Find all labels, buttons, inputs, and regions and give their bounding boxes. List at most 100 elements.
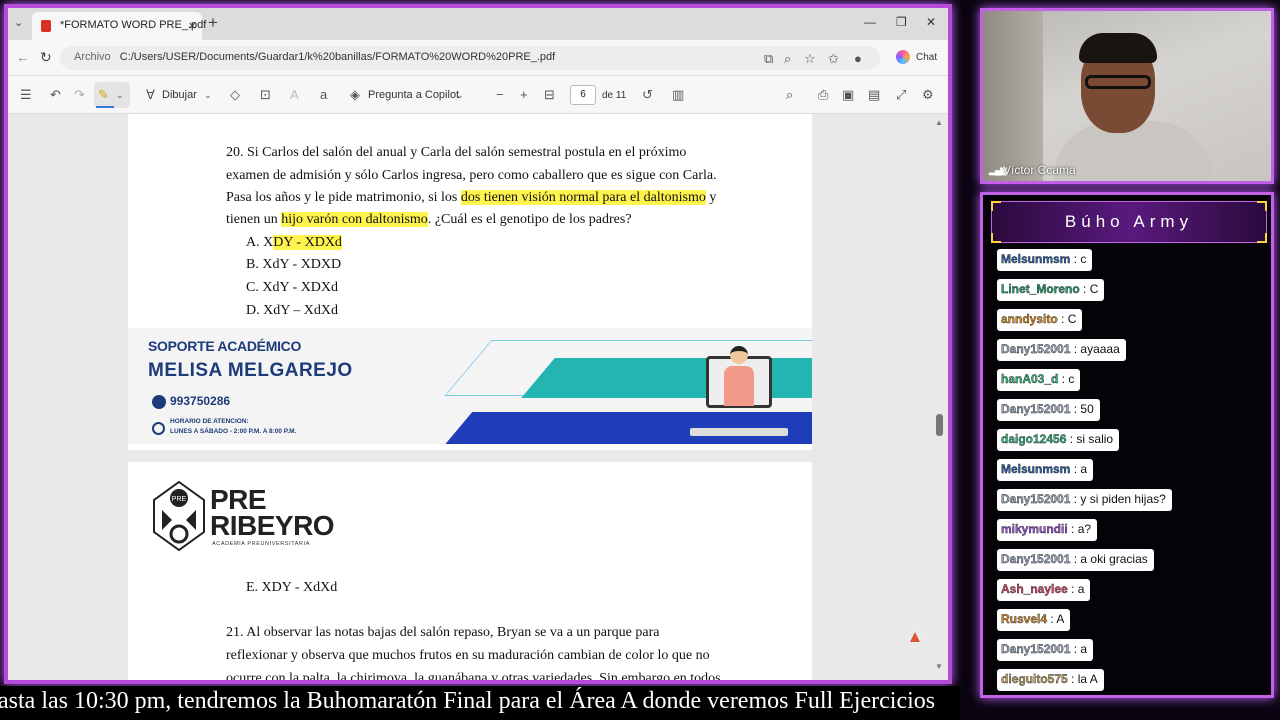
save-icon[interactable]: ▣ <box>842 87 854 103</box>
highlight-options-chevron-icon[interactable]: ⌄ <box>116 90 124 101</box>
chat-username: Dany152001 <box>1001 342 1071 356</box>
refresh-icon[interactable]: ↻ <box>40 49 52 66</box>
chat-message-text: ayaaaa <box>1080 342 1120 356</box>
text-run: A. X <box>246 235 274 250</box>
eraser-icon[interactable]: ◇ <box>230 87 240 103</box>
chat-separator: : <box>1047 612 1057 626</box>
draw-options-chevron-icon[interactable]: ⌄ <box>204 90 212 101</box>
tab-actions-chevron-icon[interactable]: ⌄ <box>14 16 23 29</box>
chat-separator: : <box>1070 642 1081 656</box>
chat-message: Dany152001 : a <box>997 639 1094 661</box>
favorites-list-icon[interactable]: ✩ <box>828 51 839 67</box>
zoom-out-icon[interactable]: − <box>496 87 504 102</box>
app-available-icon[interactable]: ⧉ <box>764 51 773 67</box>
chat-separator: : <box>1058 372 1069 386</box>
fit-page-icon[interactable]: ⊟ <box>544 87 555 103</box>
add-text-icon[interactable]: ⊡ <box>260 87 271 103</box>
chat-username: Linet_Moreno <box>1001 282 1080 296</box>
text-format-icon[interactable]: A <box>290 87 299 102</box>
read-aloud-icon[interactable]: a <box>320 87 327 102</box>
ask-copilot-button[interactable]: Pregunta a Copilot <box>368 89 459 101</box>
highlighted-text: dos tienen visión normal para el daltoni… <box>460 190 706 205</box>
pdf-page: PRE PRE RIBEYRO ACADEMIA PREUNIVERSITARI… <box>128 462 812 680</box>
chat-separator: : <box>1079 282 1090 296</box>
chat-separator: : <box>1067 522 1078 536</box>
back-arrow-icon[interactable]: ← <box>16 49 30 65</box>
profile-avatar-icon[interactable]: ● <box>854 51 862 66</box>
chat-message-text: a <box>1080 462 1088 476</box>
draw-button[interactable]: Dibujar <box>162 89 197 101</box>
search-icon[interactable]: ⌕ <box>786 87 793 103</box>
text-run: tienen un <box>226 212 282 227</box>
copilot-chat-button[interactable]: Chat <box>916 52 937 63</box>
adobe-acrobat-icon[interactable] <box>906 628 924 646</box>
chat-username: Melsunmsm <box>1001 462 1071 476</box>
favorite-star-icon[interactable]: ☆ <box>804 51 816 67</box>
highlight-color-indicator <box>96 106 114 108</box>
page-view-icon[interactable]: ▥ <box>672 87 684 103</box>
academic-support-banner: SOPORTE ACADÉMICO MELISA MELGAREJO 99375… <box>128 328 812 444</box>
new-tab-plus-icon[interactable]: + <box>208 13 218 33</box>
vertical-scrollbar[interactable]: ▲ ▼ <box>935 114 944 680</box>
tab-close-icon[interactable]: × <box>188 18 196 33</box>
chat-message-text: C <box>1089 282 1099 296</box>
webcam-person-glasses <box>1085 75 1151 89</box>
question-21-line: 21. Al observar las notas bajas del saló… <box>226 625 660 640</box>
banner-phone: 993750286 <box>170 394 231 408</box>
scrollbar-thumb[interactable] <box>936 414 943 436</box>
scroll-up-arrow-icon[interactable]: ▲ <box>935 118 943 127</box>
chat-separator: : <box>1070 402 1081 416</box>
rotate-icon[interactable]: ↺ <box>642 87 653 103</box>
chat-username: Ash_naylee <box>1001 582 1068 596</box>
chat-message: anndysito : C <box>997 309 1083 331</box>
minimize-icon[interactable]: — <box>864 15 876 29</box>
monitor-base-illustration <box>690 428 788 436</box>
save-as-icon[interactable]: ▤ <box>868 87 880 103</box>
copilot-options-chevron-icon[interactable]: ⌄ <box>456 90 464 101</box>
chat-username: Dany152001 <box>1001 552 1071 566</box>
chat-message: Ash_naylee : a <box>997 579 1091 601</box>
url-text: C:/Users/USER/Documents/Guardar1/k%20ban… <box>119 51 556 63</box>
page-total-label: de 11 <box>602 90 627 101</box>
chat-separator: : <box>1070 342 1081 356</box>
browser-window: ⌄ *FORMATO WORD PRE_.pdf × + — ❐ ✕ ← ↻ A… <box>4 4 952 684</box>
option-e: E. XDY - XdXd <box>246 580 338 595</box>
question-20-line: Pasa los años y le pide matrimonio, si l… <box>226 190 716 206</box>
zoom-icon[interactable]: ⌕ <box>784 51 791 67</box>
url-scheme-label: Archivo <box>74 51 111 63</box>
text-run: . ¿Cuál es el genotipo de los padres? <box>427 212 632 227</box>
draw-pen-icon[interactable]: ∀ <box>146 87 155 103</box>
chat-separator: : <box>1067 582 1078 596</box>
highlighter-icon[interactable]: ✎ <box>98 87 109 103</box>
settings-gear-icon[interactable]: ⚙ <box>922 87 934 103</box>
question-20-line: 20. Si Carlos del salón del anual y Carl… <box>226 145 687 160</box>
chat-message: Melsunmsm : a <box>997 459 1094 481</box>
zoom-in-icon[interactable]: + <box>520 87 528 102</box>
expand-icon[interactable]: ⤢ <box>896 87 906 103</box>
news-ticker: asta las 10:30 pm, tendremos la Buhomara… <box>0 686 960 720</box>
redo-icon[interactable]: ↷ <box>74 87 85 103</box>
banner-subtitle: SOPORTE ACADÉMICO <box>148 338 302 354</box>
url-field[interactable]: Archivo C:/Users/USER/Documents/Guardar1… <box>60 46 880 70</box>
copilot-icon[interactable]: ◈ <box>350 87 360 103</box>
chat-separator: : <box>1066 432 1077 446</box>
contents-list-icon[interactable]: ☰ <box>20 87 32 103</box>
chat-message-text: la A <box>1077 672 1098 686</box>
chat-username: Dany152001 <box>1001 402 1071 416</box>
chat-separator: : <box>1070 552 1081 566</box>
chat-message: Dany152001 : 50 <box>997 399 1100 421</box>
question-20-line: tienen un hijo varón con daltonismo. ¿Cu… <box>226 212 632 228</box>
chat-message-text: y si piden hijas? <box>1080 492 1166 506</box>
pdf-viewer[interactable]: 20. Si Carlos del salón del anual y Carl… <box>8 114 948 680</box>
restore-icon[interactable]: ❐ <box>896 15 907 29</box>
undo-icon[interactable]: ↶ <box>50 87 61 103</box>
person-illustration-body <box>724 366 754 406</box>
chat-username: dieguito575 <box>1001 672 1068 686</box>
page-number-input[interactable]: 6 <box>570 85 596 105</box>
print-icon[interactable]: ⎙ <box>818 87 828 103</box>
chat-username: Melsunmsm <box>1001 252 1071 266</box>
window-close-icon[interactable]: ✕ <box>926 15 936 29</box>
scroll-down-arrow-icon[interactable]: ▼ <box>935 662 943 671</box>
copilot-logo-icon[interactable] <box>896 50 910 64</box>
tab-pdf-document[interactable]: *FORMATO WORD PRE_.pdf × <box>32 12 206 40</box>
